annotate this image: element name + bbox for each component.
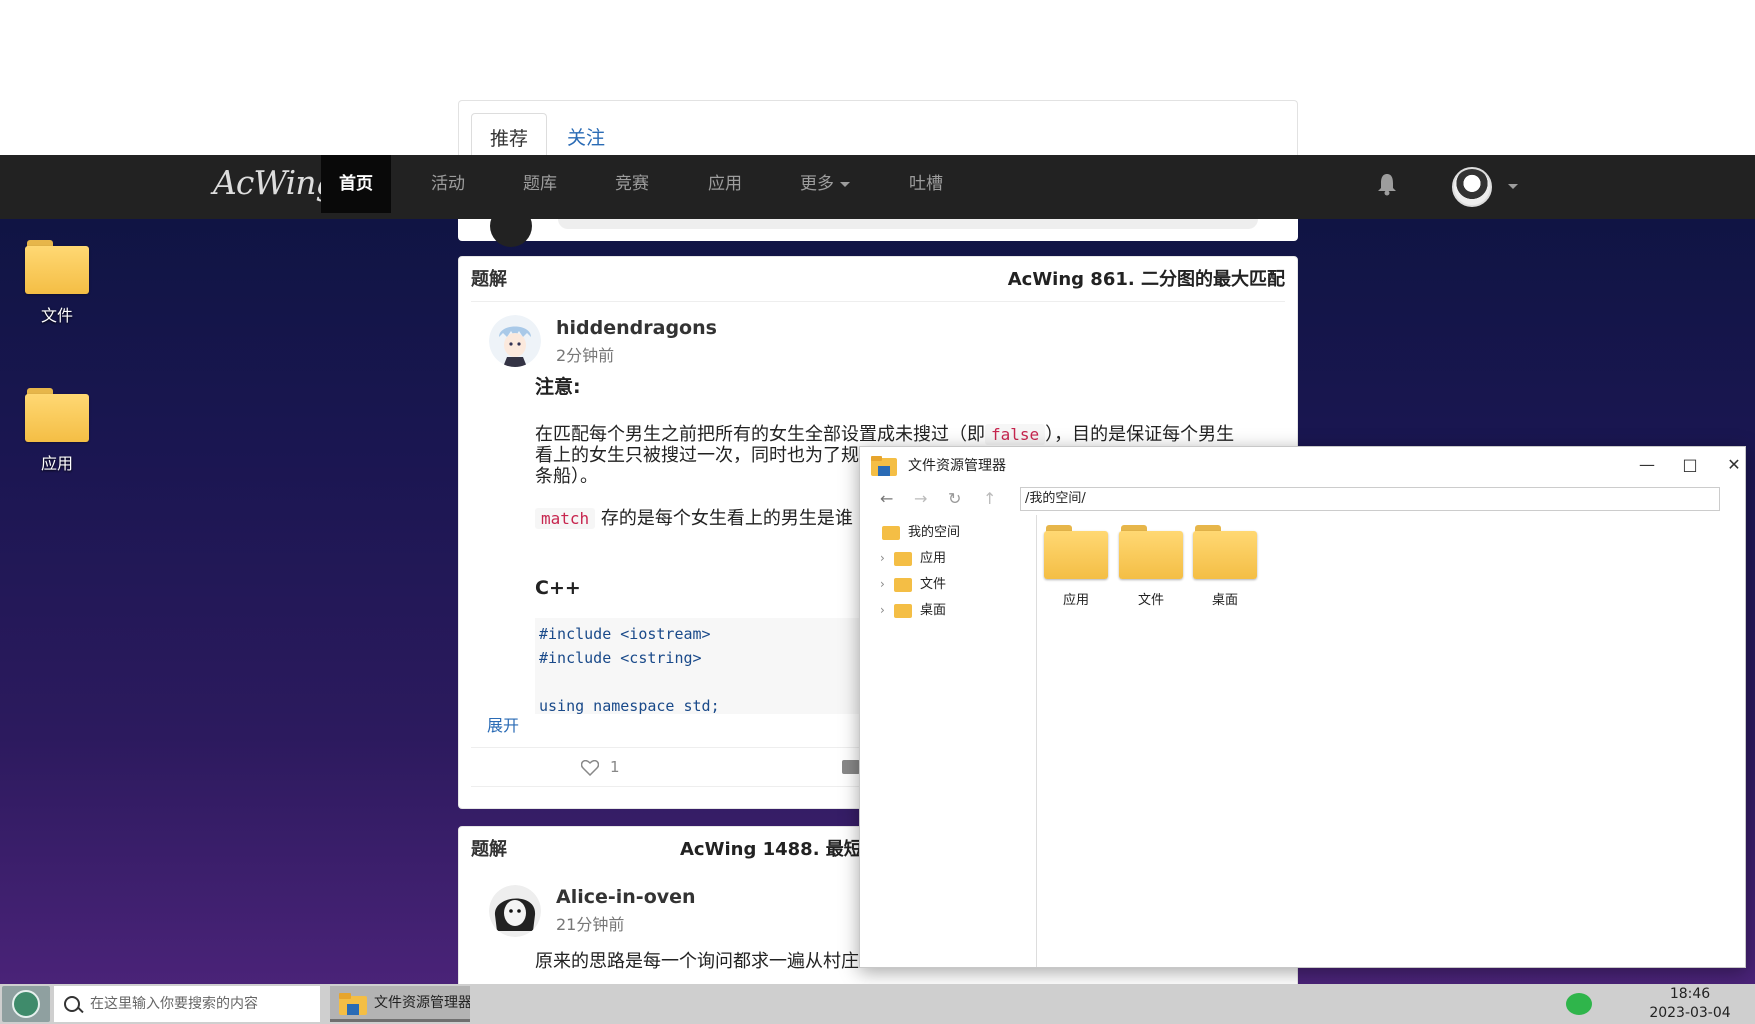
taskbar-clock[interactable]: 18:46 2023-03-04 [1640,985,1740,1023]
folder-label: 文件 [1137,593,1164,608]
back-arrow-icon[interactable]: ← [880,489,893,508]
post-type: 题解 [471,269,507,290]
feed-tabs: 推荐 关注 [458,100,1298,161]
taskbar-app-label: 文件资源管理器 [374,995,470,1011]
desktop-icon-label: 文件 [40,306,73,325]
author-name[interactable]: hiddendragons [556,317,717,339]
folder-icon [894,551,912,566]
folder-icon [25,388,89,442]
folder-item-desktop[interactable]: 桌面 [1190,525,1260,608]
clock-time: 18:46 [1669,986,1711,1002]
heart-icon[interactable] [581,760,599,776]
up-arrow-icon[interactable]: ↑ [983,489,996,508]
acwing-start-icon [12,990,40,1018]
avatar[interactable] [489,315,541,367]
tree-item-label: 应用 [920,551,947,566]
tree-item-files[interactable]: › 文件 [880,573,946,592]
search-icon [64,996,80,1012]
explorer-sidebar: 我的空间 › 应用 › 文件 › 桌面 [860,515,1037,967]
folder-icon [882,525,900,540]
folder-item-files[interactable]: 文件 [1116,525,1186,608]
post-type: 题解 [471,839,507,860]
file-explorer-icon [339,993,367,1015]
folder-label: 应用 [1062,593,1089,608]
forward-arrow-icon[interactable]: → [914,489,927,508]
nav-more[interactable]: 更多 [782,155,868,213]
folder-icon [894,577,912,592]
window-titlebar[interactable]: 文件资源管理器 — □ ✕ [860,447,1745,483]
avatar[interactable] [489,885,541,937]
like-count: 1 [610,758,620,776]
avatar-dropdown-icon[interactable] [1508,184,1518,189]
post-title[interactable]: AcWing 1488. 最短距 [680,827,880,872]
text-segment: 在匹配每个男生之前把所有的女生全部设置成未搜过（即 [535,424,985,445]
chevron-right-icon[interactable]: › [880,577,894,591]
inline-code: match [535,508,596,529]
post-excerpt: 原来的思路是每一个询问都求一遍从村庄 [535,951,859,972]
chevron-down-icon [840,181,850,187]
tab-recommend[interactable]: 推荐 [471,113,548,161]
taskbar-app-file-explorer[interactable]: 文件资源管理器 [330,986,470,1022]
start-button[interactable] [2,986,50,1022]
folder-icon [1044,525,1108,579]
folder-icon [25,240,89,294]
tree-item-label: 我的空间 [908,525,961,540]
nav-feedback[interactable]: 吐槽 [891,155,961,213]
nav-more-label: 更多 [800,174,834,194]
post-paragraph: match 存的是每个女生看上的男生是谁 [535,508,853,529]
chevron-right-icon[interactable]: › [880,551,894,565]
tree-item-desktop[interactable]: › 桌面 [880,599,946,618]
tree-item-root[interactable]: 我的空间 [882,521,960,540]
chat-icon[interactable] [1566,993,1592,1015]
code-language-heading: C++ [535,577,581,599]
post-title[interactable]: AcWing 861. 二分图的最大匹配 [1008,257,1285,302]
taskbar-search[interactable]: 在这里输入你要搜索的内容 [54,986,320,1022]
folder-icon [1193,525,1257,579]
inline-code: false [985,424,1046,445]
search-placeholder: 在这里输入你要搜索的内容 [90,996,258,1012]
nav-activity[interactable]: 活动 [413,155,483,213]
nav-problems[interactable]: 题库 [505,155,575,213]
desktop-icon-apps[interactable]: 应用 [22,388,92,474]
composer-input[interactable] [558,219,1258,229]
clock-date: 2023-03-04 [1649,1005,1731,1021]
maximize-icon[interactable]: □ [1678,453,1702,477]
expand-link[interactable]: 展开 [487,712,519,736]
file-explorer-window: 文件资源管理器 — □ ✕ ← → ↻ ↑ /我的空间/ 我的空间 › 应用 › 文… [859,446,1746,968]
refresh-icon[interactable]: ↻ [948,489,961,508]
text-segment: ），目的是保证每个男生 [1045,424,1235,445]
composer-card-bottom [458,205,1298,247]
site-logo[interactable]: AcWing [213,163,337,202]
tab-follow[interactable]: 关注 [549,113,623,161]
nav-apps[interactable]: 应用 [690,155,760,213]
tree-item-label: 桌面 [920,603,947,618]
note-heading: 注意: [535,376,581,398]
comment-icon[interactable] [842,760,860,774]
nav-home[interactable]: 首页 [321,155,391,213]
post-header: 题解 AcWing 861. 二分图的最大匹配 [471,257,1285,302]
close-icon[interactable]: ✕ [1722,453,1746,477]
folder-icon [894,603,912,618]
folder-item-apps[interactable]: 应用 [1041,525,1111,608]
post-time: 2分钟前 [556,346,615,365]
tree-item-label: 文件 [920,577,947,592]
user-avatar[interactable] [1452,167,1492,207]
minimize-icon[interactable]: — [1635,453,1659,477]
desktop-icon-files[interactable]: 文件 [22,240,92,326]
post-time: 21分钟前 [556,915,625,934]
folder-icon [1119,525,1183,579]
desktop-icon-label: 应用 [40,454,73,473]
taskbar: 在这里输入你要搜索的内容 文件资源管理器 18:46 2023-03-04 [0,984,1755,1024]
bell-icon[interactable] [1376,172,1398,196]
file-explorer-icon [871,456,897,476]
chevron-right-icon[interactable]: › [880,603,894,617]
path-input[interactable]: /我的空间/ [1020,487,1720,511]
tree-item-apps[interactable]: › 应用 [880,547,946,566]
window-title: 文件资源管理器 [908,458,1006,474]
nav-contest[interactable]: 竞赛 [597,155,667,213]
folder-label: 桌面 [1211,593,1238,608]
paragraph-line: 在匹配每个男生之前把所有的女生全部设置成未搜过（即 false ），目的是保证每个男… [535,424,1234,445]
text-segment: 存的是每个女生看上的男生是谁 [600,508,853,529]
author-name[interactable]: Alice-in-oven [556,886,696,908]
